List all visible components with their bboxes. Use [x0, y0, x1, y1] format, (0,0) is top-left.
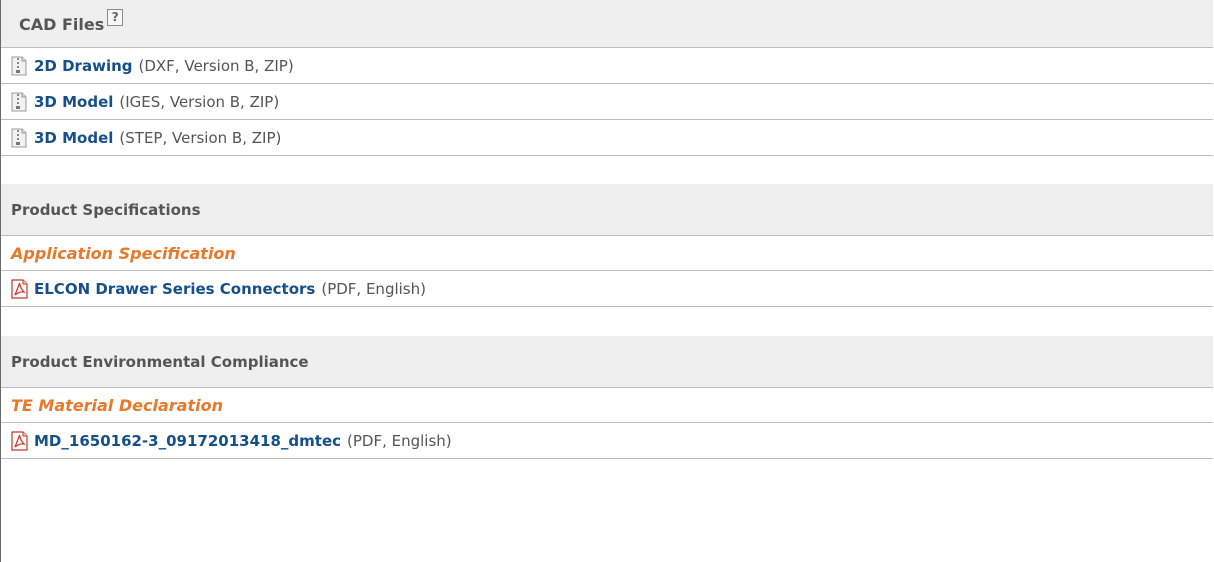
file-meta: (IGES, Version B, ZIP) — [119, 92, 280, 111]
file-meta: (STEP, Version B, ZIP) — [119, 128, 282, 147]
cad-2d-drawing-link[interactable]: 2D Drawing — [34, 57, 133, 75]
file-meta: (DXF, Version B, ZIP) — [138, 56, 294, 75]
cad-files-title: CAD Files — [19, 15, 105, 34]
zip-file-icon — [11, 92, 27, 112]
list-item: 3D Model (IGES, Version B, ZIP) — [1, 84, 1213, 120]
help-icon[interactable]: ? — [107, 9, 124, 26]
documents-panel: CAD Files? 2D Drawing (DXF, Version B, Z… — [0, 0, 1213, 562]
material-declaration-heading: TE Material Declaration — [11, 395, 223, 415]
list-item: MD_1650162-3_09172013418_dmtec (PDF, Eng… — [1, 423, 1213, 459]
elcon-drawer-series-link[interactable]: ELCON Drawer Series Connectors — [34, 280, 315, 298]
product-specifications-title: Product Specifications — [11, 200, 201, 219]
subheading-row: TE Material Declaration — [1, 388, 1213, 423]
material-declaration-link[interactable]: MD_1650162-3_09172013418_dmtec — [34, 432, 341, 450]
list-item: 2D Drawing (DXF, Version B, ZIP) — [1, 48, 1213, 84]
pdf-icon — [11, 430, 28, 451]
zip-file-icon — [11, 56, 27, 76]
list-item: ELCON Drawer Series Connectors (PDF, Eng… — [1, 271, 1213, 307]
file-meta: (PDF, English) — [321, 279, 426, 298]
cad-files-header: CAD Files? — [1, 0, 1213, 48]
list-item: 3D Model (STEP, Version B, ZIP) — [1, 120, 1213, 156]
cad-3d-model-iges-link[interactable]: 3D Model — [34, 93, 113, 111]
product-specifications-header: Product Specifications — [1, 184, 1213, 236]
cad-3d-model-step-link[interactable]: 3D Model — [34, 129, 113, 147]
zip-file-icon — [11, 128, 27, 148]
subheading-row: Application Specification — [1, 236, 1213, 271]
file-meta: (PDF, English) — [347, 431, 452, 450]
application-specification-heading: Application Specification — [11, 243, 236, 263]
environmental-compliance-header: Product Environmental Compliance — [1, 336, 1213, 388]
environmental-compliance-title: Product Environmental Compliance — [11, 352, 309, 371]
pdf-icon — [11, 278, 28, 299]
